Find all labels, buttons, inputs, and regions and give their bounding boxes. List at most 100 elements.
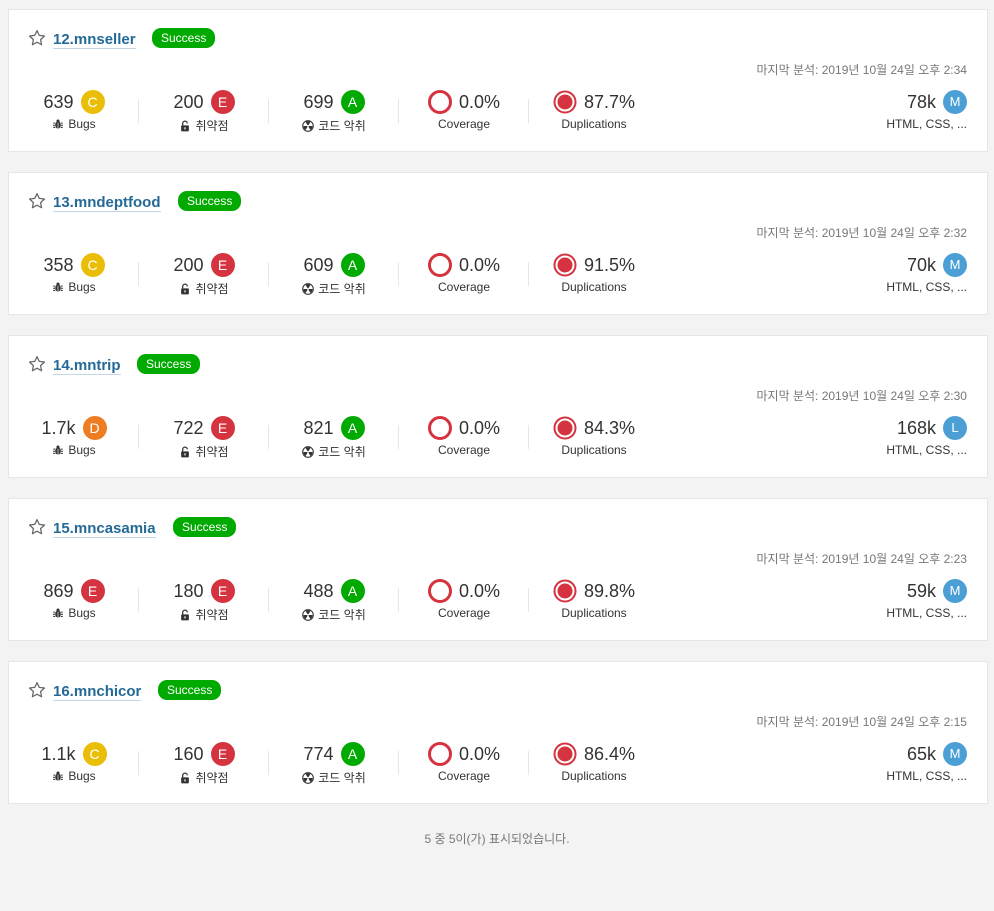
duplications-measure[interactable]: 86.4% Duplications xyxy=(529,742,659,788)
duplications-measure-label: Duplications xyxy=(561,769,627,783)
code-smells-measure[interactable]: 821 A 코드 악취 xyxy=(269,416,399,462)
size-measure[interactable]: 59k M HTML, CSS, ... xyxy=(886,579,967,620)
vulnerabilities-measure-label: 취약점 xyxy=(195,608,229,622)
size-value: 70k xyxy=(906,254,936,275)
coverage-measure[interactable]: 0.0% Coverage xyxy=(399,253,529,299)
star-outline-icon[interactable] xyxy=(28,192,46,210)
duplications-measure[interactable]: 84.3% Duplications xyxy=(529,416,659,462)
duplications-measure[interactable]: 89.8% Duplications xyxy=(529,579,659,625)
languages-label: HTML, CSS, ... xyxy=(886,606,967,620)
bugs-measure-rating[interactable]: C xyxy=(82,742,107,766)
code-smells-measure-rating[interactable]: A xyxy=(340,579,365,603)
coverage-measure[interactable]: 0.0% Coverage xyxy=(399,742,529,788)
code-smells-measure-value: 609 xyxy=(303,254,334,275)
last-analysis-date: 마지막 분석: 2019년 10월 24일 오후 2:23 xyxy=(756,552,968,566)
star-outline-icon[interactable] xyxy=(28,681,46,699)
code-smells-measure[interactable]: 609 A 코드 악취 xyxy=(269,253,399,299)
vulnerabilities-measure-rating[interactable]: E xyxy=(210,253,235,277)
bugs-measure-label: Bugs xyxy=(68,280,96,294)
size-value: 59k xyxy=(906,580,936,601)
code-smells-measure-label-row: 코드 악취 xyxy=(269,280,399,297)
quality-gate-status-badge: Success xyxy=(158,680,222,700)
code-smells-measure-rating[interactable]: A xyxy=(340,416,365,440)
code-smells-measure-value: 699 xyxy=(303,91,334,112)
coverage-measure-label: Coverage xyxy=(437,117,491,131)
vulnerabilities-measure-rating[interactable]: E xyxy=(210,90,235,114)
unlocked-padlock-icon xyxy=(179,119,191,132)
coverage-measure-label-row: Coverage xyxy=(399,117,529,131)
project-name-link[interactable]: 12.mnseller xyxy=(53,31,136,49)
coverage-measure-value: 0.0% xyxy=(458,417,501,438)
code-smells-measure[interactable]: 488 A 코드 악취 xyxy=(269,579,399,625)
vulnerabilities-measure[interactable]: 200 E 취약점 xyxy=(139,90,269,136)
size-measure[interactable]: 168k L HTML, CSS, ... xyxy=(886,416,967,457)
duplications-ring-icon xyxy=(553,579,577,603)
vulnerabilities-measure[interactable]: 722 E 취약점 xyxy=(139,416,269,462)
vulnerabilities-measure-rating[interactable]: E xyxy=(210,579,235,603)
project-card: 16.mnchicor Success 마지막 분석: 2019년 10월 24일 … xyxy=(8,661,988,804)
bugs-measure[interactable]: 869 E Bugs xyxy=(9,579,139,625)
project-list: 12.mnseller Success 마지막 분석: 2019년 10월 24일 … xyxy=(8,9,988,824)
code-smells-measure-rating[interactable]: A xyxy=(340,742,365,766)
last-analysis-date: 마지막 분석: 2019년 10월 24일 오후 2:34 xyxy=(756,63,968,77)
duplications-measure-label: Duplications xyxy=(561,117,627,131)
code-smells-measure-rating[interactable]: A xyxy=(340,253,365,277)
bugs-measure[interactable]: 358 C Bugs xyxy=(9,253,139,299)
coverage-measure[interactable]: 0.0% Coverage xyxy=(399,416,529,462)
duplications-measure-label-row: Duplications xyxy=(529,443,659,457)
size-value-row: 78k M xyxy=(886,90,967,114)
coverage-measure-value-row: 0.0% xyxy=(399,579,529,603)
star-outline-icon[interactable] xyxy=(28,29,46,47)
duplications-measure[interactable]: 87.7% Duplications xyxy=(529,90,659,136)
bugs-measure-label: Bugs xyxy=(68,443,96,457)
duplications-measure[interactable]: 91.5% Duplications xyxy=(529,253,659,299)
duplications-measure-value: 87.7% xyxy=(583,91,636,112)
code-smells-measure[interactable]: 774 A 코드 악취 xyxy=(269,742,399,788)
vulnerabilities-measure-label-row: 취약점 xyxy=(139,606,269,623)
vulnerabilities-measure-value-row: 200 E xyxy=(139,90,269,114)
vulnerabilities-measure[interactable]: 200 E 취약점 xyxy=(139,253,269,299)
project-name-link[interactable]: 13.mndeptfood xyxy=(53,194,161,212)
project-name-link[interactable]: 15.mncasamia xyxy=(53,520,156,538)
coverage-measure-label: Coverage xyxy=(437,443,491,457)
vulnerabilities-measure-value: 200 xyxy=(173,254,204,275)
vulnerabilities-measure-rating[interactable]: E xyxy=(210,742,235,766)
radiation-icon xyxy=(302,771,315,784)
project-card: 12.mnseller Success 마지막 분석: 2019년 10월 24일 … xyxy=(8,9,988,152)
languages-label: HTML, CSS, ... xyxy=(886,769,967,783)
size-measure[interactable]: 70k M HTML, CSS, ... xyxy=(886,253,967,294)
star-outline-icon[interactable] xyxy=(28,355,46,373)
coverage-ring-icon xyxy=(427,416,452,440)
size-value: 65k xyxy=(906,743,936,764)
project-name-link[interactable]: 14.mntrip xyxy=(53,357,121,375)
bugs-measure-value-row: 639 C xyxy=(9,90,139,114)
size-label-row: HTML, CSS, ... xyxy=(886,280,967,294)
bugs-measure[interactable]: 1.1k C Bugs xyxy=(9,742,139,788)
bugs-measure-rating[interactable]: C xyxy=(80,253,105,277)
size-measure[interactable]: 65k M HTML, CSS, ... xyxy=(886,742,967,783)
code-smells-measure-rating[interactable]: A xyxy=(340,90,365,114)
size-measure[interactable]: 78k M HTML, CSS, ... xyxy=(886,90,967,131)
code-smells-measure-value: 774 xyxy=(303,743,334,764)
coverage-measure[interactable]: 0.0% Coverage xyxy=(399,579,529,625)
bugs-measure-rating[interactable]: C xyxy=(80,90,105,114)
size-label-row: HTML, CSS, ... xyxy=(886,769,967,783)
duplications-measure-label-row: Duplications xyxy=(529,606,659,620)
coverage-ring-icon xyxy=(427,90,452,114)
bugs-measure-rating[interactable]: E xyxy=(80,579,105,603)
vulnerabilities-measure-label-row: 취약점 xyxy=(139,443,269,460)
vulnerabilities-measure[interactable]: 160 E 취약점 xyxy=(139,742,269,788)
coverage-measure[interactable]: 0.0% Coverage xyxy=(399,90,529,136)
vulnerabilities-measure-rating[interactable]: E xyxy=(210,416,235,440)
star-outline-icon[interactable] xyxy=(28,518,46,536)
coverage-measure-value-row: 0.0% xyxy=(399,253,529,277)
bugs-measure[interactable]: 639 C Bugs xyxy=(9,90,139,136)
duplications-measure-value: 84.3% xyxy=(583,417,636,438)
radiation-icon xyxy=(302,445,315,458)
code-smells-measure[interactable]: 699 A 코드 악취 xyxy=(269,90,399,136)
bugs-measure[interactable]: 1.7k D Bugs xyxy=(9,416,139,462)
bugs-measure-rating[interactable]: D xyxy=(82,416,107,440)
project-name-link[interactable]: 16.mnchicor xyxy=(53,683,142,701)
vulnerabilities-measure[interactable]: 180 E 취약점 xyxy=(139,579,269,625)
bugs-measure-value: 358 xyxy=(43,254,74,275)
